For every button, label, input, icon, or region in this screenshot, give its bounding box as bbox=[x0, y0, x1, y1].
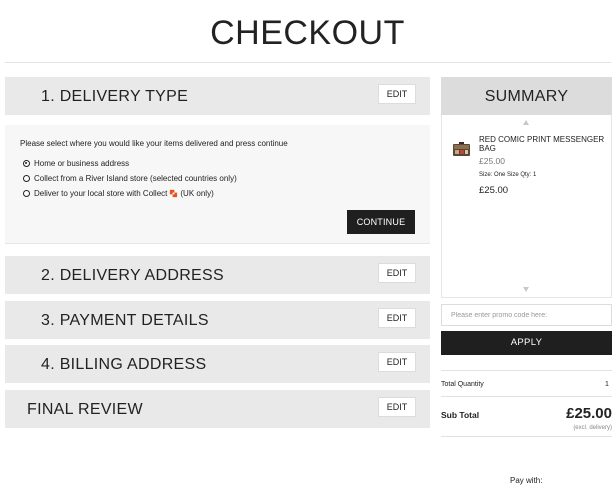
summary-panel: RED COMIC PRINT MESSENGER BAG £25.00 Siz… bbox=[441, 115, 612, 298]
radio-icon[interactable] bbox=[23, 175, 30, 182]
edit-payment-details-button[interactable]: EDIT bbox=[378, 308, 416, 328]
summary-title: SUMMARY bbox=[441, 77, 612, 115]
page-title: CHECKOUT bbox=[210, 14, 405, 52]
subtotal-value: £25.00 bbox=[566, 405, 612, 422]
product-unit-price: £25.00 bbox=[479, 156, 505, 166]
total-quantity-label: Total Quantity bbox=[441, 381, 484, 388]
section-label: FINAL REVIEW bbox=[27, 401, 143, 418]
subtotal-label: Sub Total bbox=[441, 410, 480, 420]
option-label: Home or business address bbox=[34, 159, 130, 168]
summary-divider bbox=[441, 370, 612, 371]
radio-icon[interactable] bbox=[23, 190, 30, 197]
total-quantity-value: 1 bbox=[605, 381, 609, 388]
section-label: 2. DELIVERY ADDRESS bbox=[41, 267, 224, 284]
product-line-price: £25.00 bbox=[479, 185, 509, 196]
section-label: 4. BILLING ADDRESS bbox=[41, 356, 207, 373]
section-delivery-address[interactable]: 2. DELIVERY ADDRESS EDIT bbox=[5, 256, 430, 294]
section-label: 1. DELIVERY TYPE bbox=[41, 88, 189, 105]
edit-final-review-button[interactable]: EDIT bbox=[378, 397, 416, 417]
summary-divider bbox=[441, 396, 612, 397]
apply-promo-button[interactable]: APPLY bbox=[441, 331, 612, 355]
product-name[interactable]: RED COMIC PRINT MESSENGER BAG bbox=[479, 135, 607, 153]
promo-code-input[interactable] bbox=[441, 304, 612, 326]
delivery-type-panel: Please select where you would like your … bbox=[5, 125, 430, 244]
product-thumbnail[interactable] bbox=[453, 142, 470, 157]
option-label: Collect from a River Island store (selec… bbox=[34, 174, 237, 183]
collect-plus-icon bbox=[169, 189, 178, 198]
edit-delivery-address-button[interactable]: EDIT bbox=[378, 263, 416, 283]
section-payment-details[interactable]: 3. PAYMENT DETAILS EDIT bbox=[5, 301, 430, 339]
option-label: Deliver to your local store with Collect bbox=[34, 189, 168, 198]
section-label: 3. PAYMENT DETAILS bbox=[41, 312, 209, 329]
title-divider bbox=[5, 62, 611, 63]
section-billing-address[interactable]: 4. BILLING ADDRESS EDIT bbox=[5, 345, 430, 383]
option-home-address[interactable]: Home or business address bbox=[23, 159, 129, 168]
scroll-down-icon[interactable] bbox=[523, 287, 529, 292]
option-collect-plus[interactable]: Deliver to your local store with Collect… bbox=[23, 189, 214, 198]
pay-with-label: Pay with: bbox=[510, 476, 543, 485]
subtotal-note: (excl. delivery) bbox=[573, 425, 612, 431]
continue-button[interactable]: CONTINUE bbox=[347, 210, 415, 234]
delivery-instruction: Please select where you would like your … bbox=[20, 139, 288, 148]
section-final-review[interactable]: FINAL REVIEW EDIT bbox=[5, 390, 430, 428]
option-label-suffix: (UK only) bbox=[180, 189, 214, 198]
edit-delivery-type-button[interactable]: EDIT bbox=[378, 84, 416, 104]
product-size-qty: Size: One Size Qty: 1 bbox=[479, 172, 537, 178]
section-delivery-type[interactable]: 1. DELIVERY TYPE EDIT bbox=[5, 77, 430, 115]
radio-selected-icon[interactable] bbox=[23, 160, 30, 167]
scroll-up-icon[interactable] bbox=[523, 120, 529, 125]
option-collect-river-island[interactable]: Collect from a River Island store (selec… bbox=[23, 174, 237, 183]
edit-billing-address-button[interactable]: EDIT bbox=[378, 352, 416, 372]
summary-divider bbox=[441, 436, 612, 437]
